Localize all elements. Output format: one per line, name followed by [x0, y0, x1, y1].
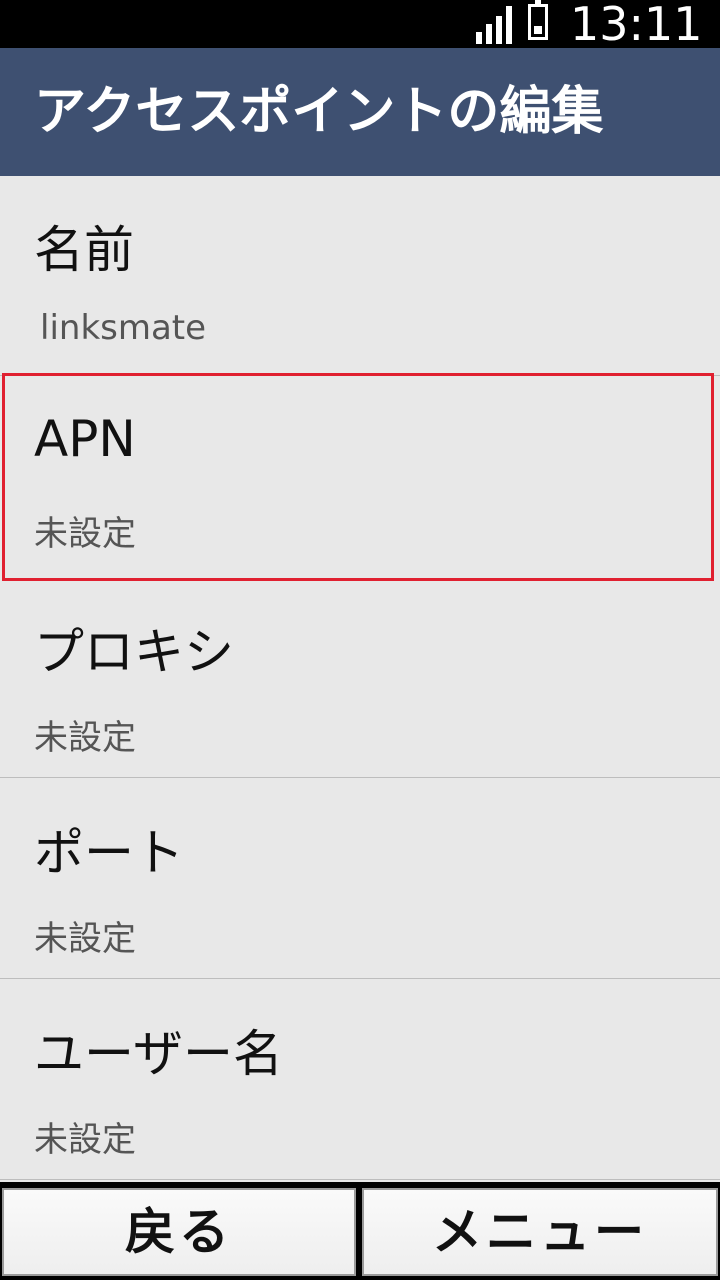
setting-apn[interactable]: APN 未設定 [2, 373, 714, 581]
setting-value: linksmate [40, 308, 207, 348]
setting-port[interactable]: ポート 未設定 [0, 779, 720, 979]
setting-label: 名前 [34, 221, 134, 279]
setting-value: 未設定 [34, 718, 136, 758]
setting-label: APN [34, 410, 136, 468]
setting-value: 未設定 [34, 514, 136, 554]
status-time: 13:11 [570, 0, 703, 51]
back-button[interactable]: 戻る [2, 1188, 356, 1276]
setting-value: 未設定 [34, 1120, 136, 1160]
signal-bars-icon [476, 6, 516, 44]
title-bar: アクセスポイントの編集 [0, 48, 720, 176]
menu-button[interactable]: メニュー [362, 1188, 718, 1276]
setting-value: 未設定 [34, 919, 136, 959]
status-bar: 13:11 [0, 0, 720, 48]
setting-label: ユーザー名 [34, 1025, 283, 1083]
setting-label: プロキシ [34, 623, 234, 681]
setting-proxy[interactable]: プロキシ 未設定 [0, 578, 720, 778]
battery-icon [528, 0, 548, 40]
softkey-bar: 戻る メニュー [0, 1182, 720, 1280]
page-title: アクセスポイントの編集 [34, 82, 604, 142]
apn-settings-list: 名前 linksmate APN 未設定 プロキシ 未設定 ポート 未設定 ユー… [0, 176, 720, 1182]
setting-name[interactable]: 名前 linksmate [0, 176, 720, 376]
setting-label: ポート [34, 824, 184, 882]
setting-username[interactable]: ユーザー名 未設定 [0, 980, 720, 1180]
